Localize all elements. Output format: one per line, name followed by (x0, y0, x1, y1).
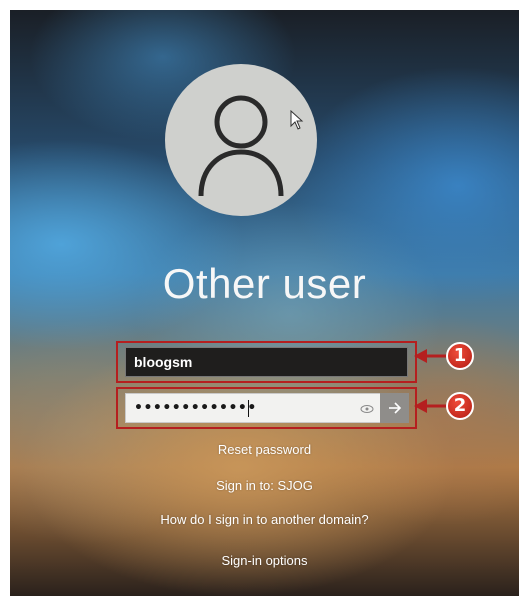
lock-screen: Other user bloogsm 1 ••••••••••••• 2 Res… (10, 10, 519, 596)
annotation-badge-1: 1 (446, 342, 474, 370)
arrow-right-icon (389, 402, 402, 414)
username-field[interactable]: bloogsm (125, 347, 408, 377)
annotation-arrow-2 (414, 399, 448, 413)
other-domain-help-link[interactable]: How do I sign in to another domain? (10, 512, 519, 527)
mouse-cursor-icon (290, 110, 304, 130)
annotation-badge-2: 2 (446, 392, 474, 420)
user-avatar-icon (165, 64, 317, 216)
sign-in-to-domain: Sign in to: SJOG (216, 478, 313, 493)
submit-button[interactable] (380, 393, 409, 423)
reset-password-link[interactable]: Reset password (10, 442, 519, 457)
page-title: Other user (162, 260, 367, 307)
photo-frame: Other user bloogsm 1 ••••••••••••• 2 Res… (0, 0, 529, 606)
password-mask: ••••••••••••• (134, 400, 257, 416)
password-field[interactable]: ••••••••••••• (125, 393, 409, 423)
annotation-arrow-1 (414, 349, 448, 363)
text-caret (248, 400, 249, 417)
eye-icon[interactable] (358, 400, 376, 416)
sign-in-options-link[interactable]: Sign-in options (10, 553, 519, 568)
